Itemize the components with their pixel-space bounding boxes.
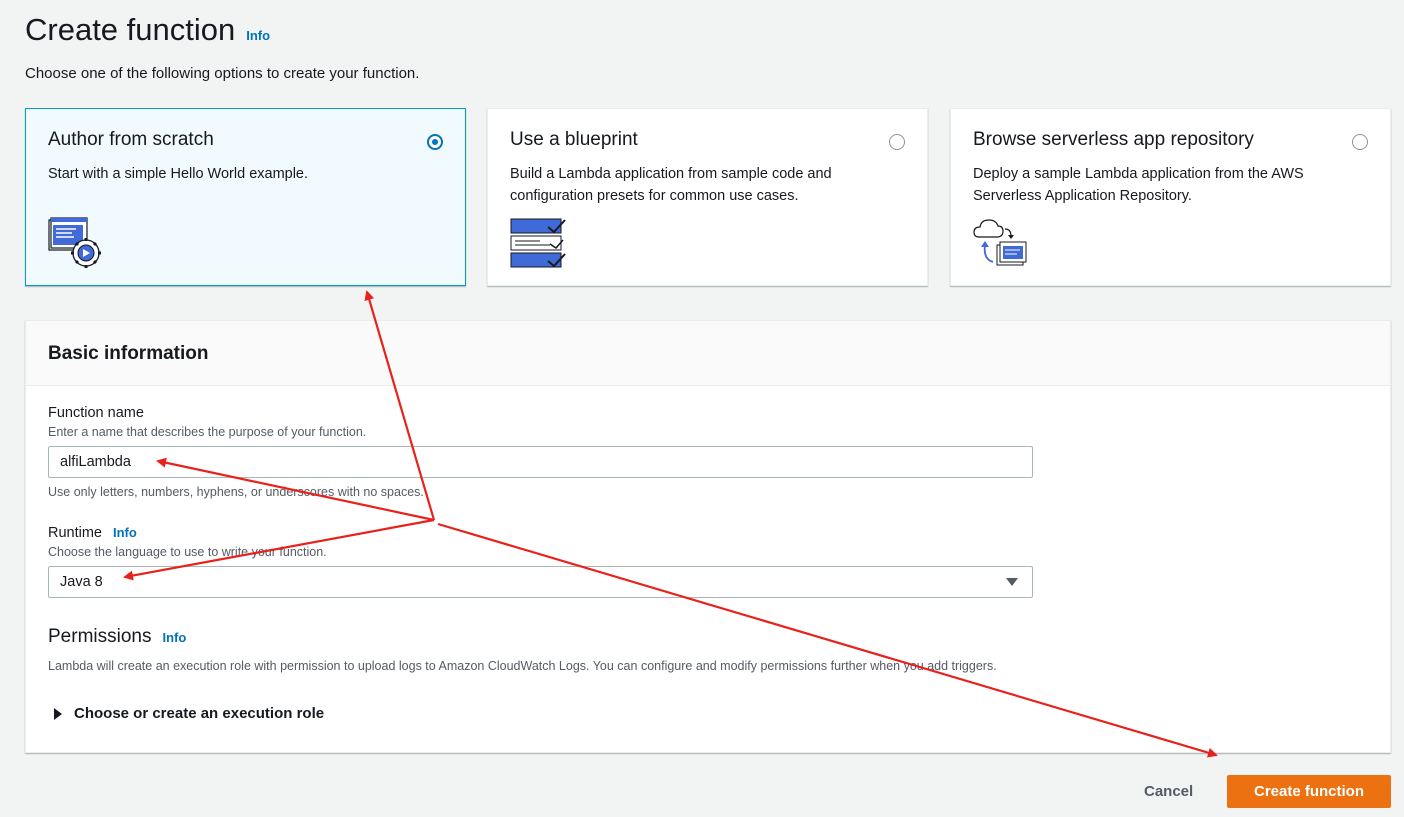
function-name-label: Function name [48, 405, 144, 421]
execution-role-expander-label: Choose or create an execution role [74, 705, 325, 722]
option-description: Build a Lambda application from sample c… [510, 166, 832, 204]
page-subtitle: Choose one of the following options to c… [25, 65, 420, 82]
option-use-blueprint[interactable]: Use a blueprint Build a Lambda applicati… [487, 108, 928, 286]
basic-information-panel: Basic information Function name Enter a … [25, 320, 1391, 753]
option-radio-browse-serverless-repo[interactable] [1352, 134, 1368, 150]
option-title: Author from scratch [48, 129, 214, 150]
option-title: Browse serverless app repository [973, 129, 1254, 150]
create-function-page: Create function Info Choose one of the f… [0, 0, 1404, 817]
caret-down-icon [1006, 578, 1018, 586]
runtime-info-link[interactable]: Info [113, 525, 137, 540]
function-name-description: Enter a name that describes the purpose … [48, 425, 367, 439]
option-browse-serverless-repo[interactable]: Browse serverless app repository Deploy … [950, 108, 1391, 286]
blueprint-icon [510, 218, 566, 268]
execution-role-expander[interactable]: Choose or create an execution role [48, 705, 324, 722]
panel-header: Basic information [26, 321, 1390, 386]
option-description: Deploy a sample Lambda application from … [973, 166, 1304, 204]
function-name-input[interactable] [48, 446, 1033, 478]
runtime-label-row: Runtime Info [48, 525, 137, 541]
runtime-select[interactable]: Java 8 [48, 566, 1033, 598]
code-gear-icon [48, 217, 101, 268]
permissions-info-link[interactable]: Info [162, 630, 186, 645]
page-title: Create function [25, 12, 236, 47]
runtime-selected-value: Java 8 [60, 574, 103, 590]
create-function-button[interactable]: Create function [1227, 775, 1391, 808]
title-info-link[interactable]: Info [246, 28, 270, 43]
permissions-title: Permissions [48, 626, 152, 647]
panel-title: Basic information [48, 343, 209, 364]
cloud-repository-icon [973, 219, 1027, 266]
runtime-label: Runtime [48, 525, 102, 541]
option-radio-author-from-scratch[interactable] [427, 134, 443, 150]
option-radio-use-blueprint[interactable] [889, 134, 905, 150]
runtime-description: Choose the language to use to write your… [48, 545, 327, 559]
permissions-title-row: Permissions Info [48, 626, 186, 648]
caret-right-icon [54, 707, 62, 720]
cancel-button[interactable]: Cancel [1128, 775, 1209, 808]
option-title: Use a blueprint [510, 129, 638, 150]
option-description: Start with a simple Hello World example. [48, 166, 309, 182]
permissions-description: Lambda will create an execution role wit… [48, 659, 997, 673]
option-author-from-scratch[interactable]: Author from scratch Start with a simple … [25, 108, 466, 286]
function-name-constraint: Use only letters, numbers, hyphens, or u… [48, 485, 424, 499]
title-row: Create function Info [25, 12, 270, 48]
